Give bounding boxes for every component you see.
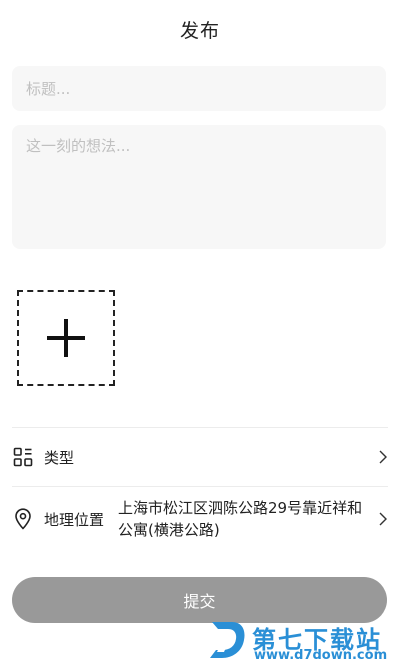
add-image-button[interactable] <box>17 290 115 386</box>
location-label: 地理位置 <box>44 510 105 529</box>
category-grid-icon <box>12 446 34 468</box>
type-label: 类型 <box>44 448 75 467</box>
chevron-right-icon <box>379 512 387 526</box>
title-input[interactable] <box>12 66 386 111</box>
watermark-url: www.d7down.com <box>254 648 388 663</box>
location-value: 上海市松江区泗陈公路29号靠近祥和公寓(横港公路) <box>118 499 363 539</box>
watermark-logo: 第七下载站 www.d7down.com <box>208 618 398 664</box>
page-title: 发布 <box>179 20 220 42</box>
type-row[interactable]: 类型 <box>12 444 388 470</box>
plus-icon <box>47 319 85 357</box>
chevron-right-icon <box>379 450 387 464</box>
divider <box>12 486 388 487</box>
location-pin-icon <box>12 508 34 530</box>
content-textarea[interactable] <box>12 125 386 249</box>
divider <box>12 427 388 428</box>
location-row[interactable]: 地理位置 上海市松江区泗陈公路29号靠近祥和公寓(横港公路) <box>12 496 388 542</box>
d7-logo-icon <box>210 622 245 658</box>
submit-button[interactable]: 提交 <box>12 577 387 623</box>
